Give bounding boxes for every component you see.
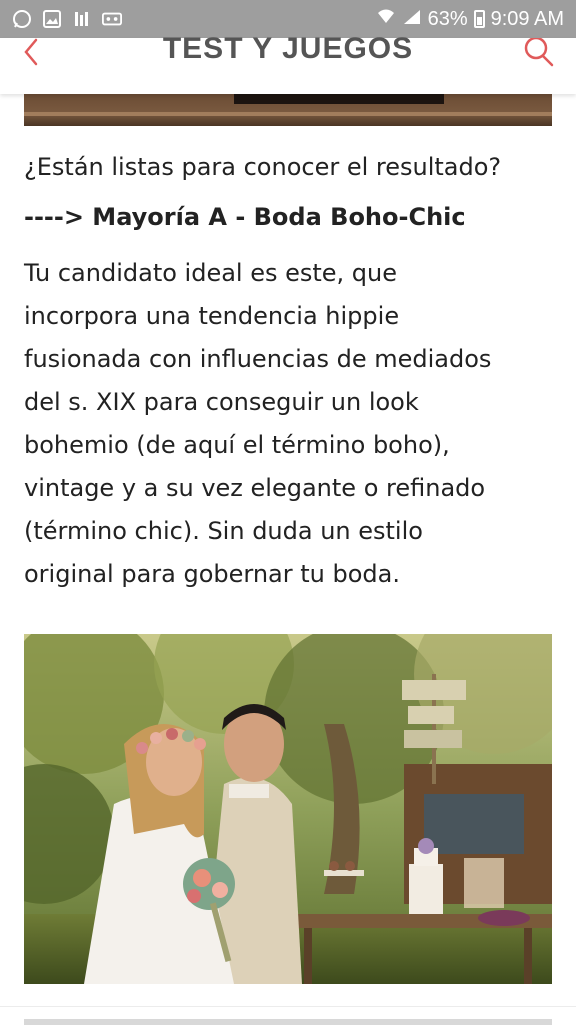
result-subheading: ----> Mayoría A - Boda Boho-Chic: [24, 203, 466, 231]
data-usage-icon: [72, 9, 92, 29]
article-content: ¿Están listas para conocer el resultado?…: [24, 150, 552, 596]
app-header: TEST Y JUEGOS: [0, 32, 576, 94]
battery-percent: 63%: [427, 7, 468, 30]
page-title: TEST Y JUEGOS: [162, 32, 414, 65]
wedding-couple-image: [24, 634, 552, 984]
article-body: Tu candidato ideal es este, que incorpor…: [24, 252, 552, 596]
clock: 9:09 AM: [490, 7, 564, 30]
search-icon: [524, 36, 554, 67]
body-line: (término chic). Sin duda un estilo: [24, 517, 423, 545]
body-line: Tu candidato ideal es este, que: [24, 259, 398, 287]
previous-article-image: [24, 94, 552, 126]
article-question: ¿Están listas para conocer el resultado?: [24, 153, 502, 181]
whatsapp-icon: [12, 9, 32, 29]
body-line: bohemio (de aquí el término boho),: [24, 431, 450, 459]
next-section-edge: [0, 1006, 576, 1025]
signal-icon: [402, 8, 422, 31]
notification-icons: [12, 9, 122, 29]
body-line: incorpora una tendencia hippie: [24, 302, 400, 330]
body-line: del s. XIX para conseguir un look: [24, 388, 419, 416]
gallery-icon: [42, 9, 62, 29]
battery-icon: [473, 10, 485, 28]
voicemail-icon: [102, 9, 122, 29]
search-button[interactable]: [518, 36, 558, 68]
body-line: fusionada con influencias de mediados: [24, 345, 492, 373]
wedding-photo[interactable]: [24, 634, 552, 984]
body-line: vintage y a su vez elegante o refinado: [24, 474, 486, 502]
wifi-icon: [376, 7, 396, 31]
body-line: original para gobernar tu boda.: [24, 560, 400, 588]
